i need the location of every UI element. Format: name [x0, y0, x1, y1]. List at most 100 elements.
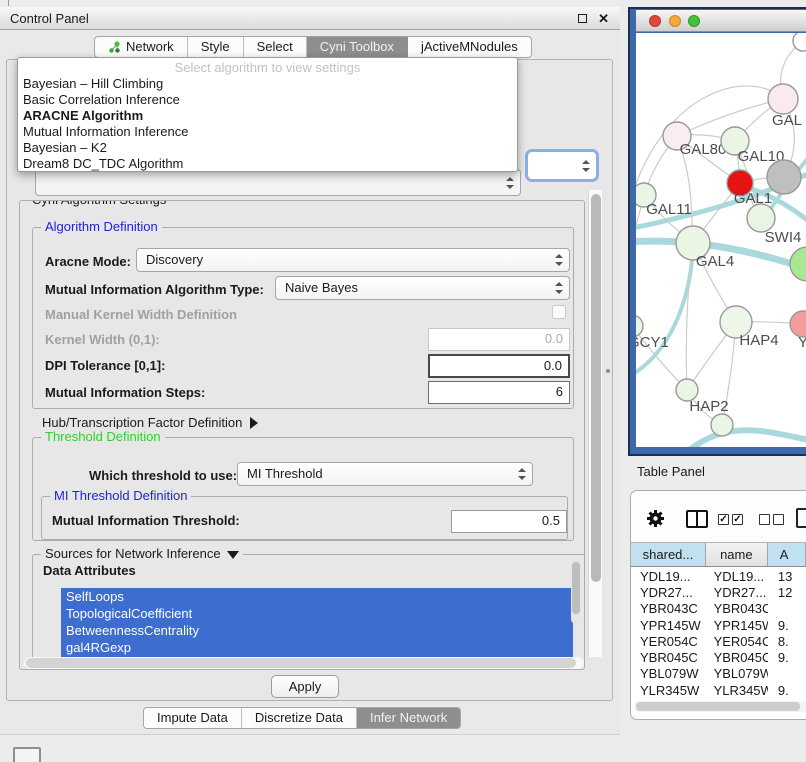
mi-steps-field[interactable]: 6 [428, 381, 570, 404]
attribute-item[interactable]: BetweennessCentrality [61, 622, 573, 639]
network-node-gal[interactable] [768, 84, 798, 114]
algorithm-list-item[interactable]: ARACNE Algorithm [18, 108, 517, 124]
checked-checkbox-icon[interactable]: ✓ [732, 514, 743, 525]
scrollbar-thumb[interactable] [636, 702, 800, 711]
column-header-clipped[interactable]: A [768, 543, 806, 566]
gear-icon[interactable] [646, 509, 665, 531]
cell-name: YBL079W [706, 666, 768, 681]
tab-cyni-toolbox-label: Cyni Toolbox [320, 37, 394, 57]
tab-discretize-data-label: Discretize Data [255, 708, 343, 728]
stepper-arrows-icon [554, 254, 562, 266]
attribute-item[interactable]: gal4RGexp [61, 639, 573, 656]
mi-threshold-field[interactable]: 0.5 [451, 510, 567, 533]
network-node-swi4[interactable] [747, 204, 775, 232]
tab-network[interactable]: Network [95, 37, 188, 57]
cell-shared-name: YDR27... [631, 585, 706, 600]
attribute-item[interactable]: SelfLoops [61, 588, 573, 605]
cell-name: YBR045C [706, 650, 768, 665]
cyni-algorithm-settings-title: Cyni Algorithm Settings [28, 200, 170, 208]
checked-checkbox-icon[interactable]: ✓ [718, 514, 729, 525]
settings-horizontal-scrollbar[interactable] [24, 657, 584, 669]
mi-algorithm-type-select[interactable]: Naive Bayes [275, 276, 570, 300]
algorithm-list-item[interactable]: Bayesian – Hill Climbing [18, 76, 517, 92]
table-row[interactable]: YDL19... YDL19... 13 [631, 568, 806, 584]
tab-discretize-data[interactable]: Discretize Data [242, 708, 357, 728]
column-header-shared-name[interactable]: shared... [631, 543, 706, 566]
table-row[interactable]: YPR145W YPR145W 9. [631, 617, 806, 633]
scrollbar-thumb[interactable] [26, 658, 576, 668]
dpi-tolerance-field[interactable]: 0.0 [428, 354, 570, 378]
mi-threshold-definition-title: MI Threshold Definition [50, 488, 191, 504]
table-horizontal-scrollbar[interactable] [634, 701, 806, 712]
cell-shared-name: YBL079W [631, 666, 706, 681]
table-row[interactable]: YDR27... YDR27... 12 [631, 584, 806, 600]
table-row[interactable]: YBL079W YBL079W [631, 666, 806, 682]
unchecked-checkbox-icon[interactable] [759, 514, 770, 525]
table-row[interactable]: YBR045C YBR045C 9. [631, 649, 806, 665]
mi-threshold-label: Mutual Information Threshold: [52, 513, 240, 528]
node-label: Y [798, 334, 806, 351]
page-icon[interactable] [796, 508, 806, 528]
attribute-item[interactable]: TopologicalCoefficient [61, 605, 573, 622]
node-label: HAP4 [739, 332, 778, 349]
cyni-algorithm-settings-group: Cyni Algorithm Settings Algorithm Defini… [19, 200, 585, 670]
minimize-traffic-light[interactable] [669, 15, 681, 27]
manual-kernel-checkbox[interactable] [552, 305, 566, 319]
tab-style[interactable]: Style [188, 37, 244, 57]
mi-type-value: Naive Bayes [285, 280, 358, 295]
table-row[interactable]: YER054C YER054C 8. [631, 633, 806, 649]
aracne-mode-select[interactable]: Discovery [136, 248, 570, 272]
scrollbar-thumb[interactable] [591, 194, 601, 582]
split-columns-icon[interactable] [686, 510, 708, 528]
algorithm-items: Bayesian – Hill ClimbingBasic Correlatio… [18, 76, 517, 172]
close-icon[interactable]: ✕ [598, 11, 609, 27]
dock-grid-icon[interactable] [13, 747, 41, 762]
sources-toggle[interactable]: Sources for Network Inference [41, 546, 243, 562]
hub-definition-toggle[interactable]: Hub/Transcription Factor Definition [42, 415, 258, 430]
column-header-name[interactable]: name [706, 543, 768, 566]
sources-title: Sources for Network Inference [45, 546, 221, 561]
panel-splitter-handle[interactable] [606, 369, 610, 373]
network-window-titlebar [636, 10, 806, 32]
manual-kernel-label: Manual Kernel Width Definition [45, 307, 237, 322]
algorithm-list-item[interactable]: Dream8 DC_TDC Algorithm [18, 156, 517, 172]
cell-name: YER054C [706, 634, 768, 649]
network-node[interactable] [767, 160, 801, 194]
tab-network-label: Network [126, 37, 174, 57]
tab-infer-network[interactable]: Infer Network [357, 708, 460, 728]
tab-select[interactable]: Select [244, 37, 307, 57]
attributes-scrollbar[interactable] [571, 558, 581, 624]
node-label: HAP2 [689, 398, 728, 415]
algorithm-list-item[interactable]: Bayesian – K2 [18, 140, 517, 156]
hub-definition-label: Hub/Transcription Factor Definition [42, 415, 242, 430]
cell-value: 9. [768, 683, 806, 698]
network-node[interactable] [790, 247, 806, 281]
window-edge-tick [8, 0, 9, 6]
cell-value: 9. [768, 650, 806, 665]
zoom-traffic-light[interactable] [688, 15, 700, 27]
settings-vertical-scrollbar[interactable] [588, 190, 602, 657]
focused-combo-fragment [525, 149, 599, 182]
algorithm-list-item[interactable]: Basic Correlation Inference [18, 92, 517, 108]
kernel-width-field[interactable]: 0.0 [428, 328, 570, 351]
control-panel-title: Control Panel [10, 11, 89, 26]
data-attributes-list: SelfLoopsTopologicalCoefficientBetweenne… [61, 588, 573, 661]
tab-jactivemnodules[interactable]: jActiveMNodules [408, 37, 531, 57]
unchecked-checkbox-icon[interactable] [773, 514, 784, 525]
float-window-icon[interactable] [578, 14, 587, 23]
apply-button[interactable]: Apply [271, 675, 339, 698]
stepper-arrows-icon [517, 468, 525, 480]
aracne-mode-label: Aracne Mode: [45, 254, 131, 269]
tab-cyni-toolbox[interactable]: Cyni Toolbox [307, 37, 408, 57]
cell-value: 9. [768, 618, 806, 633]
network-node[interactable] [711, 414, 733, 436]
close-traffic-light[interactable] [649, 15, 661, 27]
table-row[interactable]: YBR043C YBR043C [631, 601, 806, 617]
tab-style-label: Style [201, 37, 230, 57]
which-threshold-select[interactable]: MI Threshold [237, 462, 533, 486]
table-row[interactable]: YLR345W YLR345W 9. [631, 682, 806, 698]
algorithm-list-item[interactable]: Mutual Information Inference [18, 124, 517, 140]
scrollbar-thumb[interactable] [572, 562, 580, 614]
tab-impute-data[interactable]: Impute Data [144, 708, 242, 728]
network-canvas[interactable]: GALGAL80GAL10GAL1GAL11SWI4GAL4GCY1HAP4YH… [636, 33, 806, 447]
